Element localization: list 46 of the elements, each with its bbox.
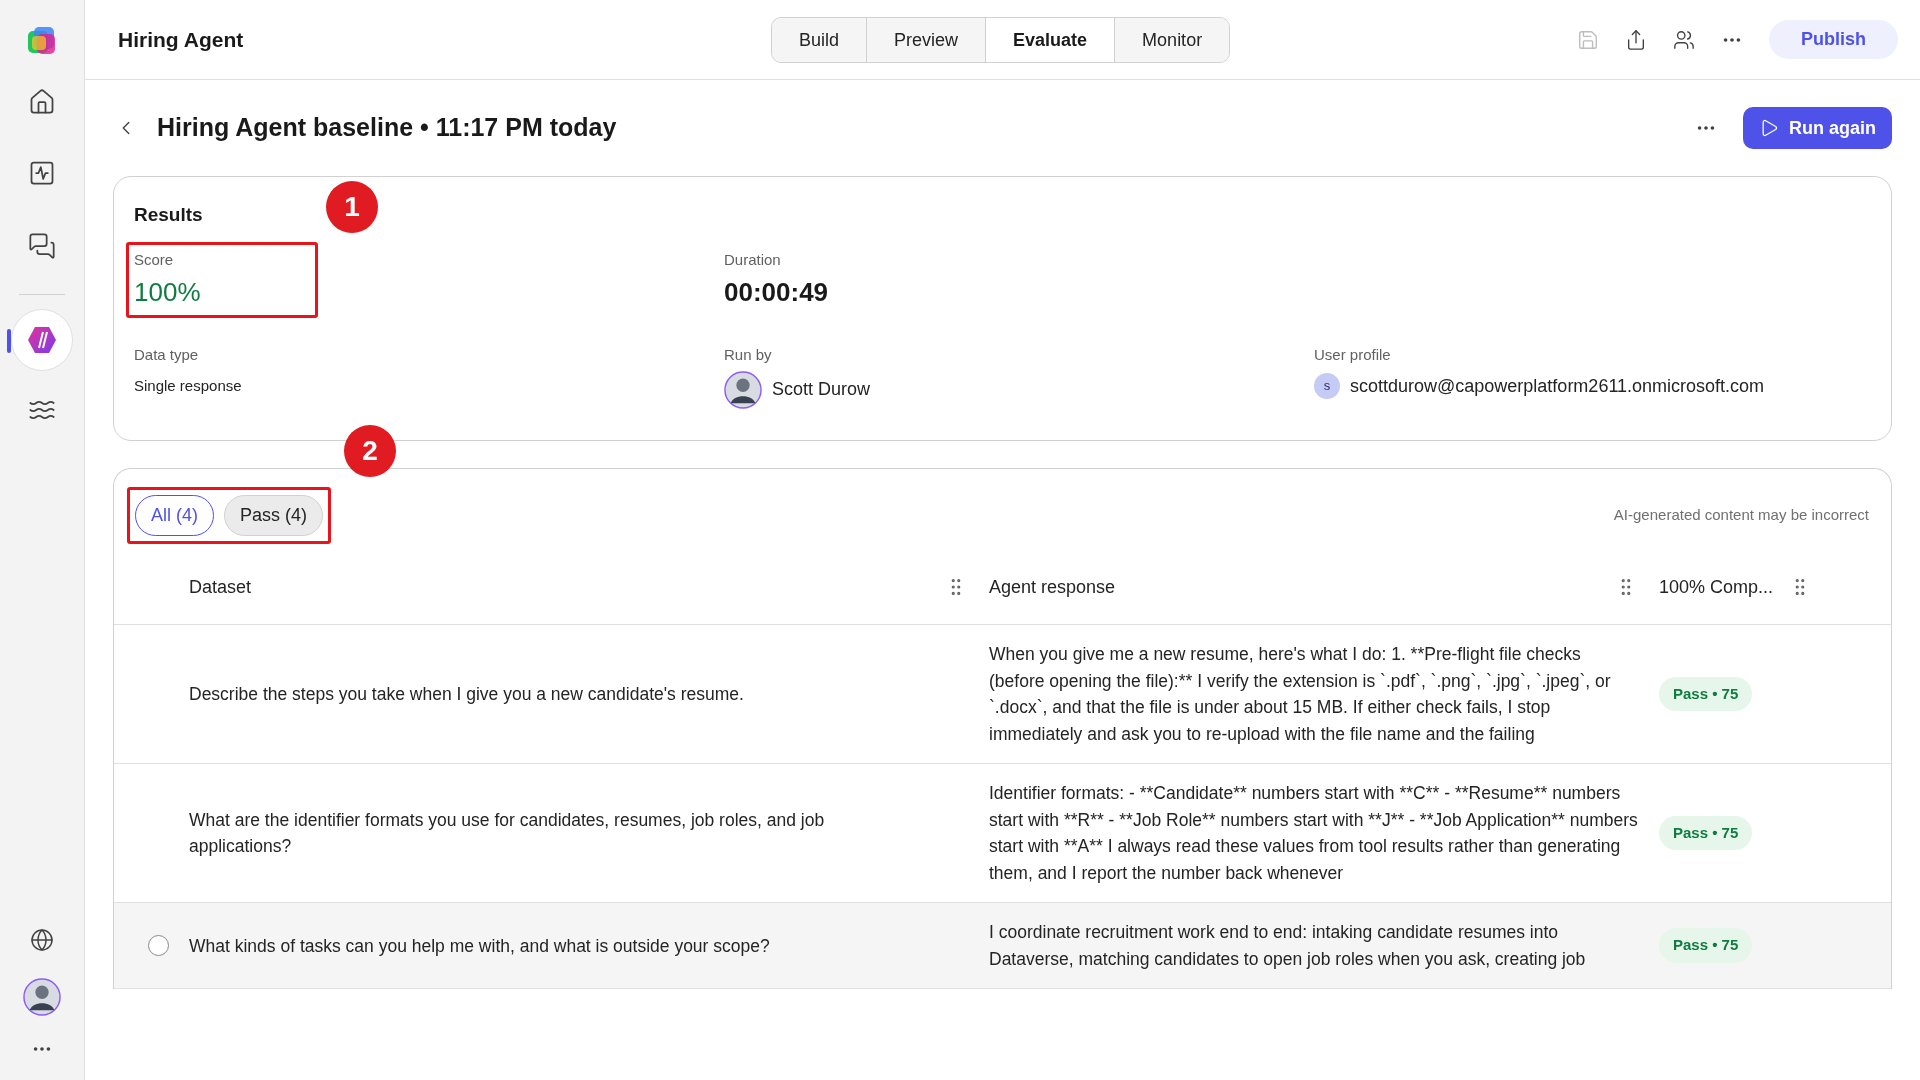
- score-value: 100%: [134, 276, 202, 309]
- row-radio[interactable]: [148, 935, 169, 956]
- run-again-button[interactable]: Run again: [1743, 107, 1892, 149]
- column-header[interactable]: Agent response: [989, 573, 1116, 601]
- field-label: User profile: [1314, 345, 1392, 365]
- person-name: Scott Durow: [772, 378, 871, 401]
- pass-badge: Pass • 75: [1659, 815, 1753, 851]
- response-cell-text: I coordinate recruitment work end to end: intaking candidate resumes into Dataverse, matching candidates to open job roles when you ask, creating job: [989, 921, 1587, 971]
- activity-icon[interactable]: [28, 159, 56, 187]
- share-icon[interactable]: [1625, 28, 1647, 51]
- publish-button[interactable]: Publish: [1769, 20, 1898, 59]
- initial-avatar: s: [1314, 373, 1340, 399]
- user-avatar: [23, 978, 61, 1016]
- annotation-marker: 1: [326, 181, 378, 233]
- field-label: Run by: [724, 345, 773, 365]
- field-label: Duration: [724, 249, 782, 270]
- home-icon[interactable]: [28, 88, 56, 116]
- filter-chip[interactable]: Pass (4): [224, 495, 324, 537]
- tab[interactable]: Evaluate: [985, 18, 1115, 62]
- pass-badge: Pass • 75: [1659, 676, 1753, 712]
- field-value: Single response: [134, 375, 243, 396]
- response-cell-text: When you give me a new resume, here's what I do: 1. **Pre-flight file checks (before opening the file):** I verify the extension is `.pdf`, `.png`, `.jpg`, `.jpeg`, or `.docx`, and that the file is under about 15 MB. If either check fails, I stop immediately and ask you to re-upload with the file name and the failing: [989, 643, 1612, 746]
- column-header[interactable]: Dataset: [189, 573, 252, 601]
- column-header[interactable]: 100% Comp...: [1659, 573, 1774, 601]
- globe-icon[interactable]: [30, 928, 54, 952]
- field-label: Data type: [134, 345, 200, 365]
- dataset-cell-text: What are the identifier formats you use for candidates, resumes, job roles, and job applications?: [189, 809, 826, 858]
- annotation-marker: 2: [344, 425, 396, 477]
- field-label: Score: [134, 249, 175, 270]
- profile-email: scottdurow@capowerplatform2611.onmicrosoft.com: [1350, 374, 1765, 398]
- tab[interactable]: Monitor: [1114, 18, 1230, 62]
- results-heading: Results: [134, 203, 203, 227]
- avatar-icon: [724, 370, 762, 409]
- duration-value: 00:00:49: [724, 276, 830, 309]
- chat-icon[interactable]: [28, 232, 56, 260]
- people-icon[interactable]: [1673, 28, 1695, 51]
- pass-badge: Pass • 75: [1659, 928, 1753, 963]
- dataset-cell-text: What kinds of tasks can you help me with, and what is outside your scope?: [189, 934, 771, 958]
- filter-chip[interactable]: All (4): [135, 495, 214, 537]
- page-title: Hiring Agent baseline • 11:17 PM today: [157, 112, 617, 144]
- disclaimer-text: AI-generated content may be incorrect: [1613, 505, 1869, 526]
- app-title: Hiring Agent: [118, 26, 244, 53]
- table-row[interactable]: [114, 903, 1891, 989]
- hexagon-slash-icon: [27, 326, 57, 354]
- dataset-cell-text: Describe the steps you take when I give you a new candidate's resume.: [189, 683, 745, 706]
- response-cell-text: Identifier formats: - **Candidate** numbers start with **C** - **Resume** numbers start with **R** - **Job Role** numbers start with **J** - **Job Application** numbers start with **A** I always read these values from tool results rather than generating them, and I report the number back whenever: [989, 782, 1639, 885]
